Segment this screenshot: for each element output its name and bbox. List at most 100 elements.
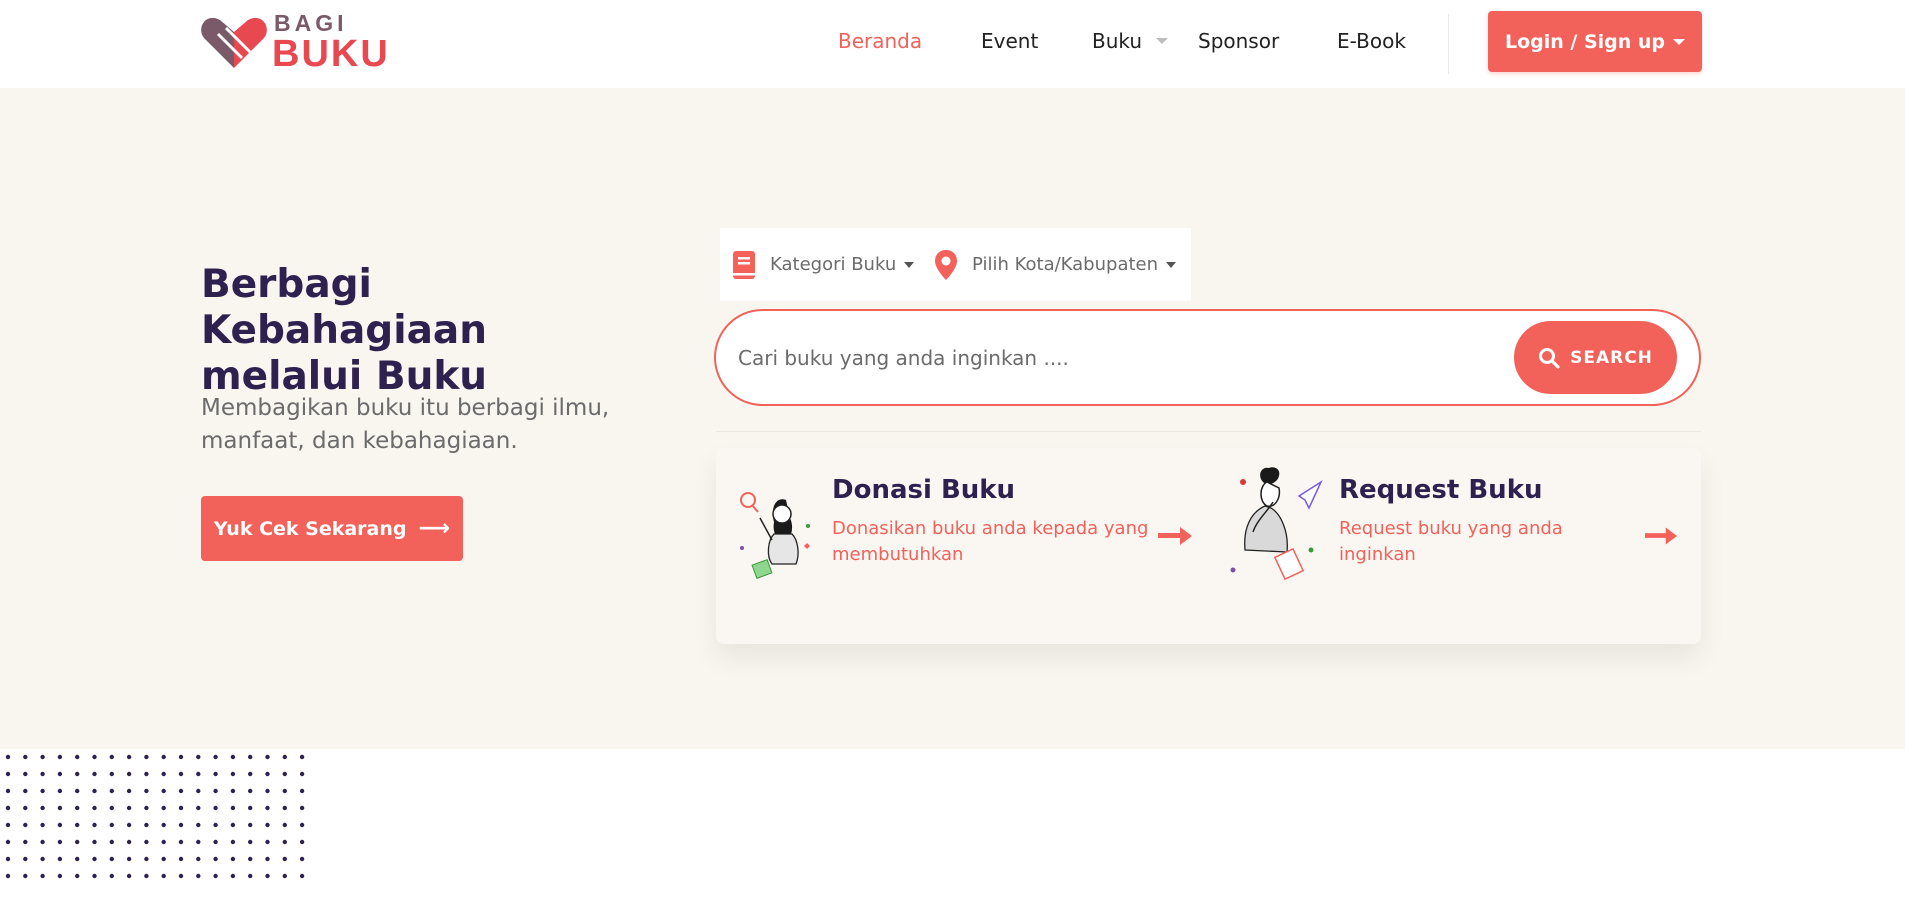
dot xyxy=(40,856,45,862)
request-buku-item[interactable]: Request Buku Request buku yang anda ingi… xyxy=(1211,448,1701,644)
donasi-buku-item[interactable]: Donasi Buku Donasikan buku anda kepada y… xyxy=(716,448,1206,644)
nav-item-ebook[interactable]: E-Book xyxy=(1337,29,1406,53)
dot xyxy=(75,754,80,760)
dot xyxy=(213,805,218,811)
dot xyxy=(299,839,305,845)
dot xyxy=(282,754,287,760)
dot xyxy=(126,839,132,845)
dot xyxy=(23,873,28,879)
dot xyxy=(213,839,218,845)
woman-reading-illustration xyxy=(740,492,810,579)
dot xyxy=(161,822,166,828)
login-signup-label: Login / Sign up xyxy=(1504,30,1666,53)
dot xyxy=(109,771,115,777)
dot xyxy=(248,754,253,760)
city-select[interactable]: Pilih Kota/Kabupaten xyxy=(934,228,1177,301)
donasi-buku-desc: Donasikan buku anda kepada yang membutuh… xyxy=(832,518,1149,565)
dot xyxy=(265,839,270,845)
dot xyxy=(196,873,201,879)
dot xyxy=(126,856,132,862)
dot xyxy=(92,805,97,811)
dot xyxy=(23,754,28,760)
dot xyxy=(161,873,166,879)
dot xyxy=(126,805,132,811)
nav-item-event[interactable]: Event xyxy=(981,29,1038,53)
dot xyxy=(92,771,97,777)
dot xyxy=(178,873,184,879)
login-signup-button[interactable]: Login / Sign up xyxy=(1488,11,1702,72)
dot xyxy=(126,788,132,794)
dot xyxy=(161,805,166,811)
dot xyxy=(144,856,149,862)
logo-text-big: BUKU xyxy=(272,33,390,75)
chevron-down-icon xyxy=(1156,37,1169,44)
dot xyxy=(23,805,28,811)
dot xyxy=(248,873,253,879)
dot xyxy=(92,822,97,828)
dot xyxy=(230,822,236,828)
dot xyxy=(5,788,11,794)
nav-item-buku[interactable]: Buku xyxy=(1092,29,1169,53)
dot xyxy=(213,856,218,862)
dot xyxy=(282,788,287,794)
dot xyxy=(57,822,63,828)
dot xyxy=(265,822,270,828)
search-bar: SEARCH xyxy=(714,309,1701,406)
dot xyxy=(40,754,45,760)
nav-item-beranda[interactable]: Beranda xyxy=(838,29,922,53)
dot xyxy=(213,788,218,794)
dot xyxy=(92,856,97,862)
nav-divider xyxy=(1448,14,1449,74)
dot xyxy=(248,788,253,794)
cek-sekarang-button[interactable]: Yuk Cek Sekarang ⟶ xyxy=(201,496,463,561)
chevron-down-icon xyxy=(904,261,915,268)
dot xyxy=(109,839,115,845)
dot xyxy=(178,805,184,811)
category-select[interactable]: Kategori Buku xyxy=(732,228,915,301)
dot xyxy=(196,771,201,777)
dot xyxy=(144,754,149,760)
dot xyxy=(23,771,28,777)
dot xyxy=(282,805,287,811)
search-input[interactable] xyxy=(738,335,1458,380)
dot xyxy=(126,822,132,828)
dot xyxy=(196,805,201,811)
dot xyxy=(248,822,253,828)
dot xyxy=(178,788,184,794)
dot xyxy=(75,771,80,777)
dot xyxy=(196,856,201,862)
dot xyxy=(178,822,184,828)
dot xyxy=(161,788,166,794)
dot xyxy=(265,805,270,811)
category-select-label: Kategori Buku xyxy=(770,254,897,275)
request-buku-desc: Request buku yang anda inginkan xyxy=(1339,518,1563,565)
dot xyxy=(248,805,253,811)
dot xyxy=(92,754,97,760)
dot xyxy=(109,805,115,811)
dot xyxy=(178,856,184,862)
dot xyxy=(248,839,253,845)
dot xyxy=(92,839,97,845)
dot xyxy=(213,771,218,777)
request-buku-title: Request Buku xyxy=(1339,475,1543,505)
logo[interactable]: BAGI BUKU xyxy=(200,10,390,75)
arrow-right-icon xyxy=(1645,527,1677,545)
dot xyxy=(282,822,287,828)
dot xyxy=(282,856,287,862)
dot xyxy=(161,754,166,760)
dot xyxy=(196,754,201,760)
dot xyxy=(230,771,236,777)
search-button[interactable]: SEARCH xyxy=(1514,321,1677,394)
dot xyxy=(57,873,63,879)
dot xyxy=(196,822,201,828)
dot xyxy=(109,788,115,794)
dot xyxy=(299,873,305,879)
search-button-label: SEARCH xyxy=(1570,347,1653,368)
dot xyxy=(299,771,305,777)
hero-title: Berbagi Kebahagiaan melalui Buku xyxy=(201,262,488,399)
dot xyxy=(265,754,270,760)
nav-item-sponsor[interactable]: Sponsor xyxy=(1198,29,1279,53)
dot xyxy=(178,839,184,845)
dot xyxy=(282,771,287,777)
dot xyxy=(57,754,63,760)
